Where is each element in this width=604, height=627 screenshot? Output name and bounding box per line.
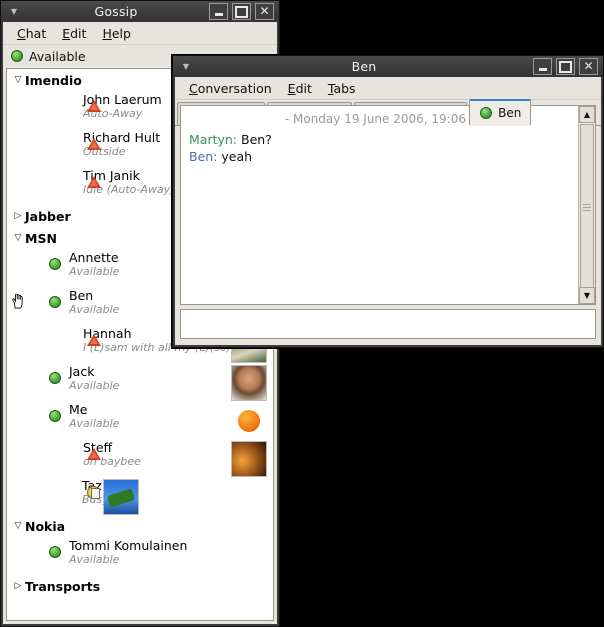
message-input-field[interactable] <box>181 310 595 338</box>
status-available-icon <box>49 258 61 270</box>
contact-status: Available <box>69 553 120 566</box>
status-available-icon <box>49 296 61 308</box>
message-line: Martyn: Ben? <box>189 131 570 148</box>
group-name: Nokia <box>25 518 66 534</box>
contact-status: Available <box>69 265 120 278</box>
group-row-nokia[interactable]: ▽ Nokia <box>7 515 273 537</box>
contact-status: Available <box>69 417 120 430</box>
contact-name: Annette <box>69 250 119 265</box>
expander-icon[interactable]: ▽ <box>11 521 25 531</box>
scroll-track[interactable] <box>579 123 595 290</box>
chat-menubar: Conversation Edit Tabs <box>175 77 601 100</box>
conversation-scrollbar[interactable]: ▲ ▼ <box>578 106 595 304</box>
status-available-icon <box>49 546 61 558</box>
contact-name: Jack <box>69 364 95 379</box>
tab-ben[interactable]: Ben <box>469 99 532 125</box>
avatar <box>102 479 139 515</box>
desktop: ▼ Gossip ✕ Chat Edit Help Available ▽ Im… <box>0 0 604 627</box>
chat-titlebar[interactable]: ▼ Ben ✕ <box>173 56 603 77</box>
contact-name: Ben <box>69 288 94 303</box>
status-away-icon <box>87 100 101 112</box>
contact-row[interactable]: Taz Busy <box>7 477 273 515</box>
message-text: Ben? <box>237 132 272 147</box>
contact-name: Me <box>69 402 88 417</box>
roster-menubar: Chat Edit Help <box>3 22 277 45</box>
roster-close-button[interactable]: ✕ <box>255 3 274 20</box>
own-status-label: Available <box>29 48 86 64</box>
roster-window-title: Gossip <box>94 4 138 19</box>
status-away-icon <box>87 138 101 150</box>
contact-row[interactable]: Tommi Komulainen Available <box>7 537 273 575</box>
chat-window: ▼ Ben ✕ Conversation Edit Tabs Ben - Mon… <box>172 55 604 348</box>
message-input[interactable] <box>180 309 596 339</box>
status-available-icon <box>49 372 61 384</box>
message-nick: Martyn: <box>189 132 238 147</box>
status-busy-icon <box>87 486 100 499</box>
message-nick: Ben: <box>189 149 218 164</box>
menu-help[interactable]: Help <box>94 25 139 42</box>
scroll-down-button[interactable]: ▼ <box>579 287 595 304</box>
status-available-icon <box>49 410 61 422</box>
status-away-icon <box>87 176 101 188</box>
contact-row[interactable]: Steff oh baybee <box>7 439 273 477</box>
contact-row[interactable]: Jack Available <box>7 363 273 401</box>
chat-window-title: Ben <box>351 59 377 74</box>
menu-conversation[interactable]: Conversation <box>181 80 280 97</box>
scroll-up-button[interactable]: ▲ <box>579 106 595 123</box>
scroll-thumb[interactable] <box>580 124 594 290</box>
menu-tabs[interactable]: Tabs <box>320 80 364 97</box>
contact-row[interactable]: Me Available <box>7 401 273 439</box>
expander-icon[interactable]: ▷ <box>11 211 25 221</box>
group-row-transports[interactable]: ▷ Transports <box>7 575 273 597</box>
avatar <box>231 365 267 401</box>
group-name: MSN <box>25 230 57 246</box>
group-name: Transports <box>25 578 101 594</box>
chat-minimize-button[interactable] <box>533 58 552 75</box>
expander-icon[interactable]: ▽ <box>11 233 25 243</box>
group-name: Imendio <box>25 72 82 88</box>
scroll-grip-icon <box>583 202 591 213</box>
contact-name: Tommi Komulainen <box>69 538 188 553</box>
chat-close-button[interactable]: ✕ <box>579 58 598 75</box>
group-name: Jabber <box>25 208 71 224</box>
transcript: - Monday 19 June 2006, 19:06 - Martyn: B… <box>181 106 578 304</box>
message-line: Ben: yeah <box>189 148 570 165</box>
status-away-icon <box>87 334 101 346</box>
contact-status: Available <box>69 303 120 316</box>
menu-chat[interactable]: Chat <box>9 25 54 42</box>
status-available-icon <box>11 50 23 62</box>
message-text: yeah <box>217 149 253 164</box>
status-available-icon <box>479 106 493 120</box>
status-away-icon <box>87 448 101 460</box>
menu-edit[interactable]: Edit <box>280 80 320 97</box>
expander-icon[interactable]: ▷ <box>11 581 25 591</box>
window-menu-icon[interactable]: ▼ <box>173 62 195 71</box>
avatar <box>231 403 267 439</box>
mouse-cursor-hand-icon <box>12 293 23 309</box>
roster-maximize-button[interactable] <box>232 3 251 20</box>
roster-titlebar[interactable]: ▼ Gossip ✕ <box>1 1 279 22</box>
conversation-view[interactable]: - Monday 19 June 2006, 19:06 - Martyn: B… <box>180 105 596 305</box>
avatar <box>231 441 267 477</box>
chat-maximize-button[interactable] <box>556 58 575 75</box>
roster-minimize-button[interactable] <box>209 3 228 20</box>
tab-label: Ben <box>498 106 522 120</box>
window-menu-icon[interactable]: ▼ <box>1 7 23 16</box>
expander-icon[interactable]: ▽ <box>11 75 25 85</box>
menu-edit[interactable]: Edit <box>54 25 94 42</box>
contact-status: Available <box>69 379 120 392</box>
